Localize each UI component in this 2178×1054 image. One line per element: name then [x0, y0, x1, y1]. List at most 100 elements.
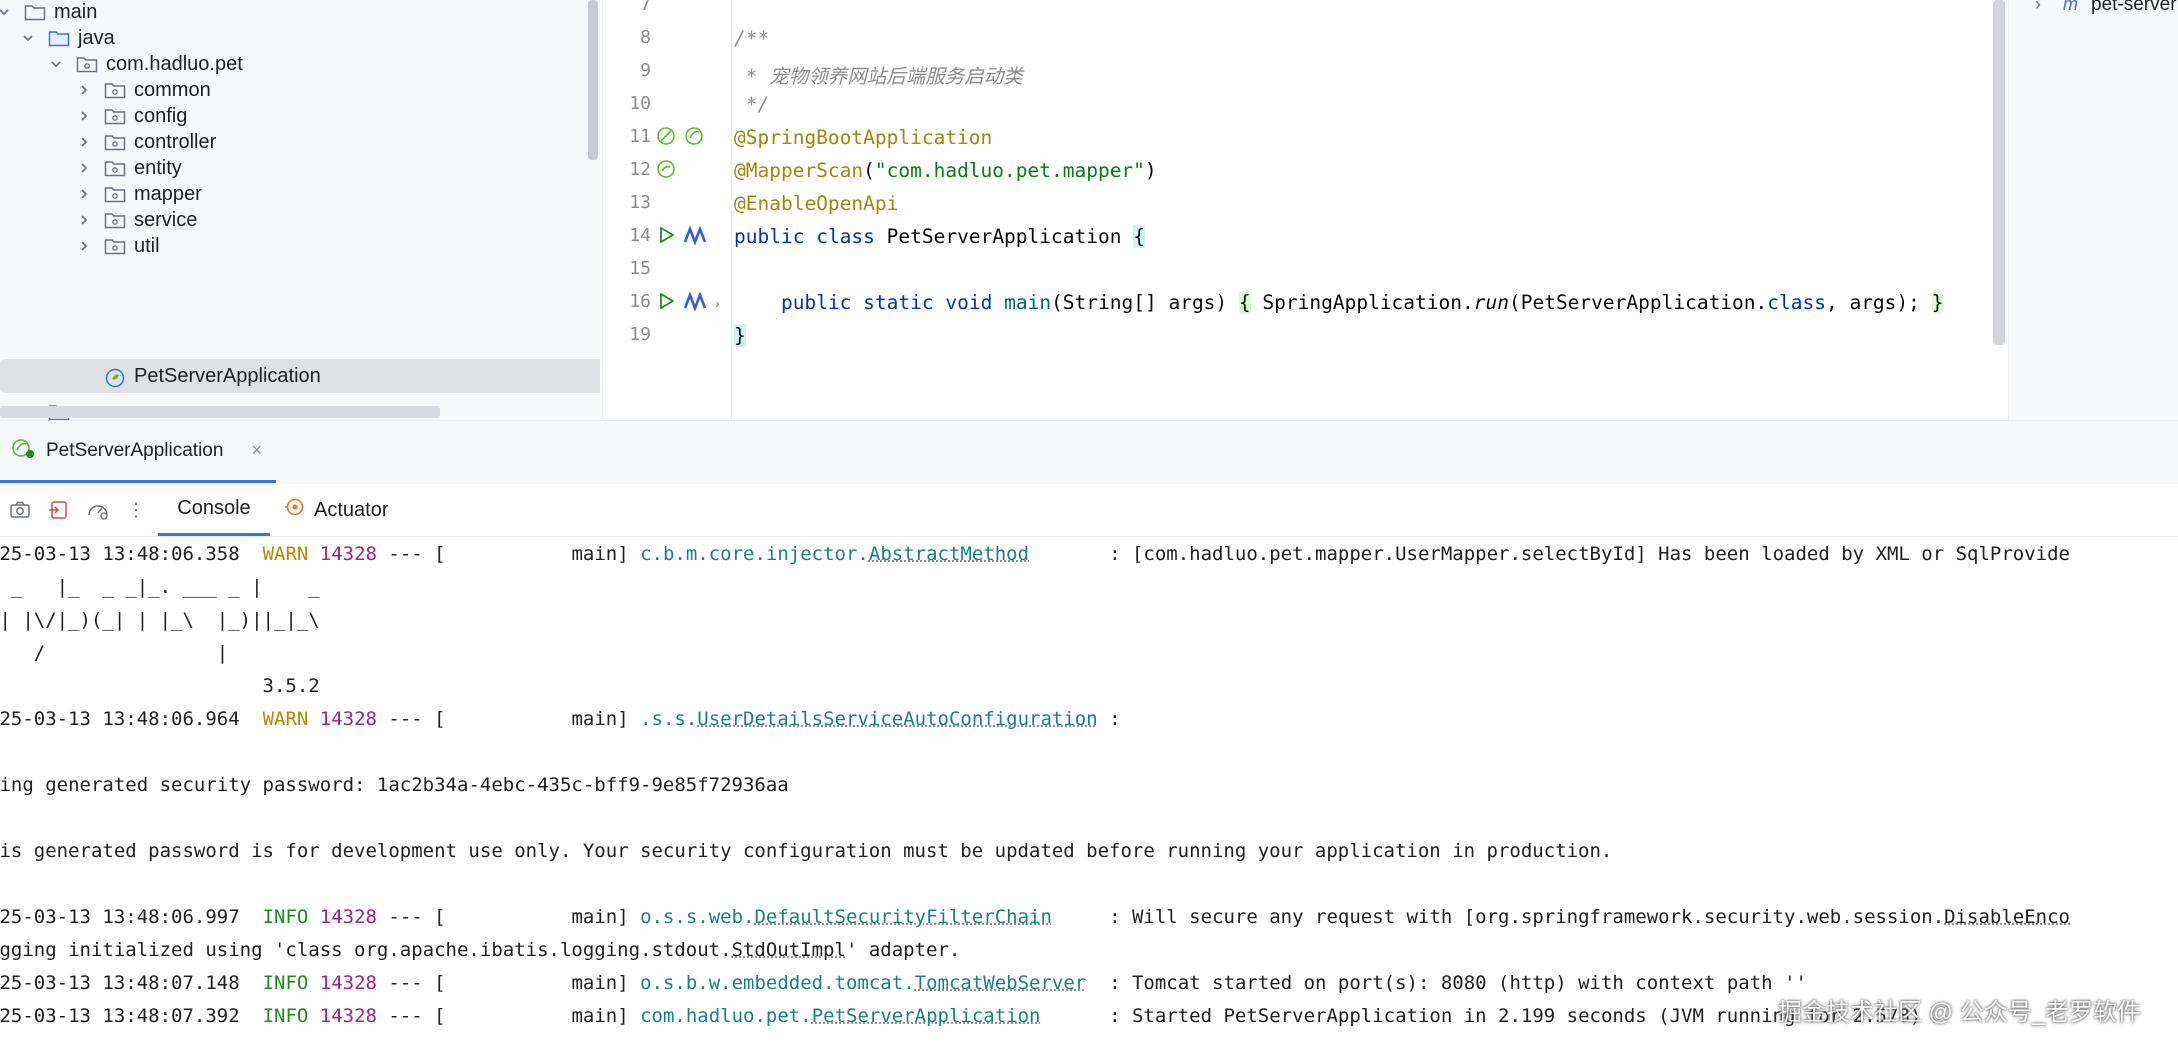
- spring-bean-icon[interactable]: [655, 125, 677, 152]
- line-number: 14: [603, 225, 651, 246]
- mybatis-icon[interactable]: [683, 290, 709, 317]
- line-number: 10: [603, 93, 651, 114]
- line-number: 12: [603, 159, 651, 180]
- log-logger: o.s.b.w.embedded.tomcat.: [640, 972, 915, 994]
- log-pid: 14328: [320, 708, 377, 730]
- chevron-down-icon[interactable]: [0, 4, 12, 20]
- spring-boot-run-icon: [10, 436, 36, 465]
- code-fold-brace[interactable]: }: [1932, 291, 1944, 314]
- console-line: sing generated security password: 1ac2b3…: [0, 769, 789, 802]
- code-line-11: @SpringBootApplication: [734, 126, 992, 149]
- code-line-14: public class PetServerApplication {: [734, 225, 1145, 248]
- code-token: (PetServerApplication.: [1509, 291, 1767, 314]
- console-line: 025-03-13 13:48:07.392 INFO 14328 --- [ …: [0, 1000, 1921, 1033]
- banner-line: / |: [0, 637, 228, 670]
- log-pid: 14328: [320, 906, 377, 928]
- log-thread: --- [ main]: [377, 906, 640, 928]
- package-icon: [104, 237, 126, 255]
- chevron-down-icon[interactable]: [20, 30, 36, 46]
- watermark: 掘金技术社区 @ 公众号_老罗软件: [1778, 992, 2141, 1027]
- code-keyword: class: [816, 225, 875, 248]
- log-timestamp: 025-03-13 13:48:06.964: [0, 708, 240, 730]
- run-toolbar: ⋮ Console Actuator: [0, 484, 2178, 537]
- dashboard-icon[interactable]: [86, 498, 110, 522]
- run-tab-label: PetServerApplication: [46, 440, 223, 462]
- chevron-right-icon[interactable]: [76, 82, 92, 98]
- log-pid: 14328: [320, 1005, 377, 1027]
- chevron-right-icon[interactable]: [76, 134, 92, 150]
- package-icon: [104, 107, 126, 125]
- log-timestamp: 025-03-13 13:48:07.392: [0, 1005, 240, 1027]
- restore-layout-icon[interactable]: [46, 498, 70, 522]
- tab-console[interactable]: Console: [158, 484, 270, 536]
- run-icon[interactable]: [655, 290, 677, 317]
- chevron-right-icon[interactable]: [76, 238, 92, 254]
- gutter-icons-line-11: [655, 125, 735, 151]
- log-logger-link[interactable]: PetServerApplication: [812, 1005, 1041, 1027]
- log-logger: o.s.s.web.: [640, 906, 754, 928]
- chevron-right-icon[interactable]: ›: [2035, 0, 2041, 15]
- line-number: 16: [603, 291, 651, 312]
- gutter-icons-line-12: [655, 158, 735, 184]
- console-line: ogging initialized using 'class org.apac…: [0, 934, 960, 967]
- log-logger-link[interactable]: UserDetailsServiceAutoConfiguration: [697, 708, 1097, 730]
- code-line-13: @EnableOpenApi: [734, 192, 898, 215]
- tree-item-petserverapplication-row[interactable]: PetServerApplication: [0, 359, 600, 393]
- code-method: run: [1474, 291, 1509, 314]
- log-class-link[interactable]: StdOutImpl: [732, 939, 846, 961]
- more-options-icon[interactable]: ⋮: [124, 498, 148, 522]
- code-token: (: [863, 159, 875, 182]
- line-number: 13: [603, 192, 651, 213]
- chevron-right-icon[interactable]: [76, 108, 92, 124]
- chevron-down-icon[interactable]: [48, 56, 64, 72]
- code-token: , args);: [1826, 291, 1920, 314]
- code-fold-brace[interactable]: {: [1239, 291, 1251, 314]
- module-label[interactable]: pet-server: [2091, 0, 2177, 16]
- tree-horizontal-scrollbar[interactable]: [0, 406, 440, 418]
- log-logger-link[interactable]: TomcatWebServer: [915, 972, 1087, 994]
- spring-config-icon[interactable]: [683, 125, 705, 152]
- tab-actuator[interactable]: Actuator: [284, 484, 388, 536]
- code-comment: /**: [734, 27, 769, 50]
- log-logger-link[interactable]: DefaultSecurityFilterChain: [754, 906, 1051, 928]
- console-line: 025-03-13 13:48:06.358 WARN 14328 --- [ …: [0, 538, 2070, 571]
- log-message: : Tomcat started on port(s): 8080 (http)…: [1086, 972, 1807, 994]
- code-line-9: * 宠物领养网站后端服务启动类: [734, 60, 1023, 89]
- close-icon[interactable]: ×: [251, 440, 262, 461]
- tree-item-util[interactable]: util: [0, 229, 600, 263]
- log-thread: --- [ main]: [377, 1005, 640, 1027]
- run-config-tab[interactable]: PetServerApplication ×: [0, 421, 276, 483]
- spring-bean-icon[interactable]: [655, 158, 677, 185]
- log-timestamp: 025-03-13 13:48:06.997: [0, 906, 240, 928]
- chevron-right-icon[interactable]: [76, 160, 92, 176]
- log-logger-link[interactable]: AbstractMethod: [869, 543, 1029, 565]
- code-keyword: public: [734, 225, 804, 248]
- code-method: main: [1004, 291, 1051, 314]
- mybatis-icon[interactable]: [683, 224, 709, 251]
- chevron-right-icon[interactable]: [76, 212, 92, 228]
- source-folder-icon: [48, 29, 70, 47]
- fold-chevron-icon[interactable]: ›: [715, 295, 720, 311]
- code-annotation: @EnableOpenApi: [734, 192, 898, 215]
- code-brace: }: [734, 324, 746, 347]
- tree-vertical-scrollbar[interactable]: [588, 0, 598, 160]
- log-logger: com.hadluo.pet.: [640, 1005, 812, 1027]
- console-output[interactable]: 025-03-13 13:48:06.358 WARN 14328 --- [ …: [0, 538, 2178, 1054]
- banner-line: _ _ |_ _ _|_. ___ _ | _: [0, 571, 320, 604]
- code-line-10: */: [734, 93, 769, 116]
- line-number: 9: [603, 60, 651, 81]
- chevron-right-icon[interactable]: [76, 186, 92, 202]
- camera-icon[interactable]: [8, 498, 32, 522]
- actuator-icon: [284, 496, 306, 524]
- run-icon[interactable]: [655, 224, 677, 251]
- code-editor[interactable]: 7 8 9 10 11 12 13 14 15 16 19 › /** * 宠物…: [602, 0, 2009, 420]
- editor-vertical-scrollbar[interactable]: [1993, 0, 2005, 345]
- log-message: ogging initialized using 'class org.apac…: [0, 939, 732, 961]
- package-icon: [76, 55, 98, 73]
- log-level: INFO: [263, 906, 309, 928]
- line-number: 7: [603, 0, 651, 15]
- log-class-link[interactable]: DisableEnco: [1944, 906, 2070, 928]
- code-keyword: static: [863, 291, 933, 314]
- code-string: "com.hadluo.pet.mapper": [875, 159, 1145, 182]
- log-message: : [com.hadluo.pet.mapper.UserMapper.sele…: [1029, 543, 2070, 565]
